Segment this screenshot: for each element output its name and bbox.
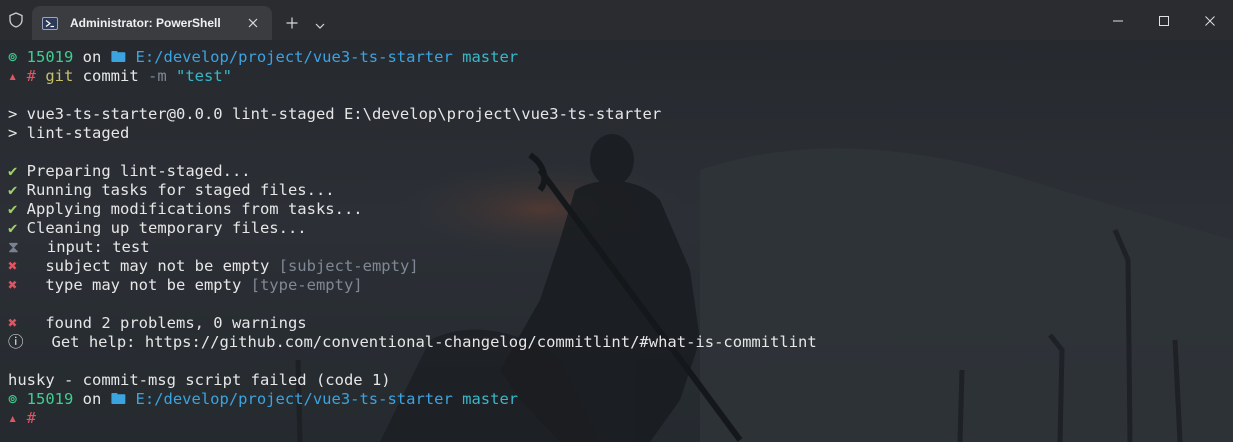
error-rule: [type-empty]	[250, 276, 363, 294]
npm-script-line: > vue3-ts-starter@0.0.0 lint-staged E:\d…	[8, 105, 662, 123]
minimize-icon	[1113, 11, 1123, 30]
task-text: Running tasks for staged files...	[17, 181, 335, 199]
task-text: Preparing lint-staged...	[17, 162, 251, 180]
prompt-hash: #	[26, 409, 37, 427]
task-line: ✔ Preparing lint-staged...	[8, 162, 817, 181]
summary-text: found 2 problems, 0 warnings	[17, 314, 307, 332]
error-text: subject may not be empty	[17, 257, 279, 275]
terminal-output: ⊚ 15019 on 🖿 E:/develop/project/vue3-ts-…	[8, 48, 817, 428]
check-icon: ✔	[8, 162, 18, 180]
task-line: ✔ Applying modifications from tasks...	[8, 200, 817, 219]
prompt-on: on	[73, 48, 111, 66]
command-flag: -m	[138, 67, 167, 85]
prompt-line: ⊚ 15019 on 🖿 E:/develop/project/vue3-ts-…	[8, 390, 817, 409]
prompt-arrow-icon: ▴	[8, 409, 27, 427]
command-subcommand: commit	[73, 67, 139, 85]
close-window-button[interactable]	[1187, 0, 1233, 40]
prompt-pid: 15019	[26, 48, 74, 66]
check-icon: ✔	[8, 181, 18, 199]
maximize-icon	[1159, 11, 1169, 30]
maximize-button[interactable]	[1141, 0, 1187, 40]
npm-script-line: > lint-staged	[8, 124, 130, 142]
cross-icon: ✖	[8, 314, 18, 332]
branch-icon	[453, 390, 462, 408]
powershell-icon	[42, 16, 58, 30]
tab-powershell[interactable]: Administrator: PowerShell	[32, 6, 272, 40]
help-text: Get help: https://github.com/conventiona…	[23, 333, 817, 351]
title-bar: Administrator: PowerShell	[0, 0, 1233, 40]
tab-title: Administrator: PowerShell	[70, 16, 221, 30]
chevron-down-icon	[315, 14, 325, 33]
window-controls	[1095, 0, 1233, 40]
folder-icon: 🖿	[110, 390, 136, 408]
command-git: git	[36, 67, 74, 85]
check-icon: ✔	[8, 200, 18, 218]
error-line: ✖ subject may not be empty [subject-empt…	[8, 257, 817, 276]
shield-icon	[0, 0, 32, 40]
prompt-symbol: ⊚	[8, 48, 27, 66]
prompt-on: on	[73, 390, 111, 408]
error-text: type may not be empty	[17, 276, 251, 294]
task-text: Applying modifications from tasks...	[17, 200, 363, 218]
input-line: ⧗ input: test	[8, 238, 817, 257]
info-icon: ⓘ	[8, 333, 24, 351]
husky-line: husky - commit-msg script failed (code 1…	[8, 371, 391, 389]
prompt-branch: master	[462, 390, 519, 408]
cross-icon: ✖	[8, 257, 18, 275]
prompt-hash: #	[26, 67, 37, 85]
prompt-branch: master	[462, 48, 519, 66]
prompt-line: ⊚ 15019 on 🖿 E:/develop/project/vue3-ts-…	[8, 48, 817, 67]
prompt-path: E:/develop/project/vue3-ts-starter	[135, 390, 453, 408]
error-line: ✖ type may not be empty [type-empty]	[8, 276, 817, 295]
summary-line: ✖ found 2 problems, 0 warnings	[8, 314, 817, 333]
check-icon: ✔	[8, 219, 18, 237]
branch-icon	[453, 48, 462, 66]
hourglass-icon: ⧗	[8, 238, 19, 256]
command-line: ▴ # git commit -m "test"	[8, 67, 817, 86]
task-text: Cleaning up temporary files...	[17, 219, 307, 237]
minimize-button[interactable]	[1095, 0, 1141, 40]
prompt-arrow-icon: ▴	[8, 67, 27, 85]
prompt-pid: 15019	[26, 390, 74, 408]
tab-dropdown-button[interactable]	[306, 6, 334, 40]
close-icon[interactable]	[244, 14, 262, 32]
error-rule: [subject-empty]	[278, 257, 419, 275]
new-tab-button[interactable]	[278, 6, 306, 40]
folder-icon: 🖿	[110, 48, 136, 66]
cross-icon: ✖	[8, 276, 18, 294]
task-line: ✔ Cleaning up temporary files...	[8, 219, 817, 238]
input-text: input: test	[18, 238, 150, 256]
plus-icon	[286, 14, 298, 33]
input-prompt-line[interactable]: ▴ #	[8, 409, 817, 428]
terminal-pane[interactable]: ⊚ 15019 on 🖿 E:/develop/project/vue3-ts-…	[0, 40, 1233, 442]
help-line: ⓘ Get help: https://github.com/conventio…	[8, 333, 817, 352]
close-icon	[1205, 11, 1215, 30]
task-line: ✔ Running tasks for staged files...	[8, 181, 817, 200]
prompt-symbol: ⊚	[8, 390, 27, 408]
command-arg: "test"	[166, 67, 232, 85]
prompt-path: E:/develop/project/vue3-ts-starter	[135, 48, 453, 66]
